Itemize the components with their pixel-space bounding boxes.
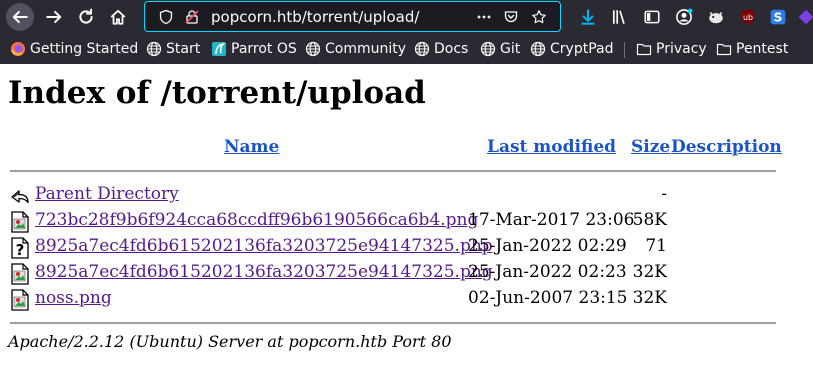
sort-by-size-link[interactable]: Size bbox=[631, 137, 670, 157]
bookmarks-toolbar: Getting Started Start Parrot OS Communit… bbox=[0, 34, 813, 64]
image-icon bbox=[11, 289, 29, 311]
svg-text:S: S bbox=[774, 11, 783, 25]
column-header-last-modified[interactable]: Last modified bbox=[487, 137, 616, 157]
listing-row: ? 8925a7ec4fd6b615202136fa3203725e941473… bbox=[10, 236, 690, 259]
ublock-origin-icon[interactable]: ub bbox=[738, 7, 758, 27]
header-divider bbox=[10, 170, 776, 172]
bookmark-label: Git bbox=[500, 41, 521, 57]
library-icon[interactable] bbox=[610, 7, 630, 27]
sort-by-modified-link[interactable]: Last modified bbox=[487, 137, 616, 157]
listing-row: Parent Directory - bbox=[10, 184, 690, 206]
bookmark-label: Pentest bbox=[736, 41, 789, 57]
modified-date: 17-Mar-2017 23:06 bbox=[468, 210, 635, 230]
bookmark-label: CryptPad bbox=[550, 41, 614, 57]
tracking-shield-icon[interactable] bbox=[157, 8, 175, 26]
arrow-left-icon bbox=[12, 10, 28, 24]
bookmark-community[interactable]: Community bbox=[305, 40, 406, 58]
file-link[interactable]: 8925a7ec4fd6b615202136fa3203725e94147325… bbox=[35, 236, 493, 256]
modified-date: 02-Jun-2007 23:15 bbox=[468, 288, 628, 308]
account-icon[interactable] bbox=[674, 7, 694, 27]
listing-row: 8925a7ec4fd6b615202136fa3203725e94147325… bbox=[10, 262, 690, 285]
column-header-name[interactable]: Name bbox=[224, 137, 279, 157]
file-link[interactable]: 723bc28f9b6f924cca68ccdff96b6190566ca6b4… bbox=[35, 210, 478, 230]
image-icon bbox=[11, 211, 29, 233]
bookmark-label: Docs bbox=[434, 41, 469, 57]
image-icon bbox=[11, 263, 29, 285]
sort-by-description-link[interactable]: Description bbox=[671, 137, 782, 157]
globe-icon bbox=[414, 41, 430, 57]
file-link[interactable]: noss.png bbox=[35, 288, 112, 308]
footer-divider bbox=[10, 322, 776, 324]
back-button[interactable] bbox=[6, 3, 34, 31]
svg-text:ub: ub bbox=[743, 13, 753, 22]
globe-icon bbox=[530, 41, 546, 57]
extension-s-icon[interactable]: S bbox=[768, 7, 788, 27]
globe-icon bbox=[305, 41, 321, 57]
forward-button[interactable] bbox=[40, 3, 68, 31]
insecure-lock-icon[interactable] bbox=[183, 8, 201, 26]
pocket-icon[interactable] bbox=[502, 8, 520, 26]
file-link[interactable]: Parent Directory bbox=[35, 184, 179, 204]
file-size: 32K bbox=[632, 288, 667, 308]
arrow-right-icon bbox=[46, 10, 62, 24]
extension-hamster-icon[interactable] bbox=[706, 7, 726, 27]
bookmark-label: Community bbox=[325, 41, 407, 57]
extension-purple-icon[interactable] bbox=[796, 7, 813, 27]
file-size: - bbox=[661, 184, 667, 204]
bookmark-folder-privacy[interactable]: Privacy bbox=[636, 40, 707, 58]
listing-row: 723bc28f9b6f924cca68ccdff96b6190566ca6b4… bbox=[10, 210, 690, 233]
column-header-description[interactable]: Description bbox=[671, 137, 782, 157]
reload-button[interactable] bbox=[72, 3, 100, 31]
file-size: 32K bbox=[632, 262, 667, 282]
svg-text:?: ? bbox=[16, 241, 25, 259]
bookmark-parrot-os[interactable]: Parrot OS bbox=[211, 40, 297, 58]
bookmark-label: Privacy bbox=[656, 41, 707, 57]
page-actions-icon[interactable] bbox=[475, 8, 493, 26]
firefox-icon bbox=[11, 42, 25, 56]
sidebar-icon[interactable] bbox=[642, 7, 662, 27]
file-size: 71 bbox=[645, 236, 667, 256]
home-icon bbox=[110, 9, 126, 25]
bookmark-separator bbox=[624, 42, 625, 58]
parrot-icon bbox=[212, 42, 226, 56]
home-button[interactable] bbox=[104, 3, 132, 31]
bookmark-start[interactable]: Start bbox=[146, 40, 200, 58]
download-icon[interactable] bbox=[578, 7, 598, 27]
bookmark-star-icon[interactable] bbox=[530, 8, 548, 26]
bookmark-label: Start bbox=[166, 41, 201, 57]
bookmark-git[interactable]: Git bbox=[480, 40, 520, 58]
column-header-size[interactable]: Size bbox=[631, 137, 670, 157]
modified-date: 25-Jan-2022 02:23 bbox=[468, 262, 627, 282]
bookmark-cryptpad[interactable]: CryptPad bbox=[530, 40, 613, 58]
sort-by-name-link[interactable]: Name bbox=[224, 137, 279, 157]
globe-icon bbox=[146, 41, 162, 57]
page-content: Index of /torrent/upload Name Last modif… bbox=[0, 64, 813, 387]
page-title: Index of /torrent/upload bbox=[8, 75, 426, 111]
server-signature: Apache/2.2.12 (Ubuntu) Server at popcorn… bbox=[8, 332, 452, 351]
back-icon bbox=[11, 190, 29, 204]
bookmark-label: Getting Started bbox=[30, 41, 139, 57]
bookmark-label: Parrot OS bbox=[231, 41, 297, 57]
bookmark-docs[interactable]: Docs bbox=[414, 40, 468, 58]
globe-icon bbox=[480, 41, 496, 57]
folder-icon bbox=[636, 43, 652, 56]
unknown-file-icon: ? bbox=[11, 237, 29, 259]
reload-icon bbox=[79, 8, 93, 24]
browser-toolbar: popcorn.htb/torrent/upload/ ub S bbox=[0, 0, 813, 34]
file-size: 58K bbox=[632, 210, 667, 230]
bookmark-folder-pentest[interactable]: Pentest bbox=[716, 40, 788, 58]
file-link[interactable]: 8925a7ec4fd6b615202136fa3203725e94147325… bbox=[35, 262, 493, 282]
folder-icon bbox=[716, 43, 732, 56]
bookmark-getting-started[interactable]: Getting Started bbox=[10, 40, 138, 58]
modified-date: 25-Jan-2022 02:29 bbox=[468, 236, 627, 256]
url-text[interactable]: popcorn.htb/torrent/upload/ bbox=[211, 8, 419, 26]
url-bar[interactable]: popcorn.htb/torrent/upload/ bbox=[144, 1, 561, 32]
listing-row: noss.png 02-Jun-2007 23:15 32K bbox=[10, 288, 690, 311]
